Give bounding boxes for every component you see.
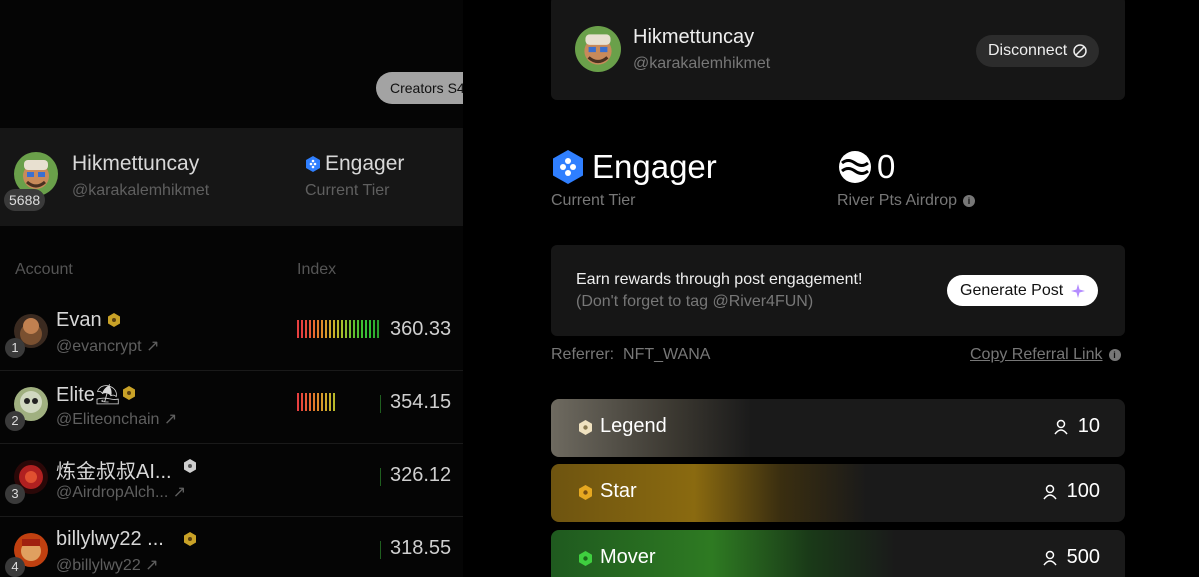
generate-post-label: Generate Post bbox=[960, 282, 1064, 299]
index-value: 326.12 bbox=[390, 464, 452, 486]
rank-badge: 3 bbox=[5, 484, 25, 504]
index-divider bbox=[380, 395, 381, 413]
legend-hex-icon bbox=[579, 420, 592, 435]
index-divider bbox=[380, 541, 381, 559]
sparkle-icon bbox=[1071, 283, 1086, 298]
tier-row-mover[interactable]: Mover 500 bbox=[551, 530, 1125, 577]
earn-message: Earn rewards through post engagement! bbox=[576, 271, 863, 288]
tier-hex-icon bbox=[184, 459, 196, 473]
external-link-icon: ↗ bbox=[172, 484, 187, 501]
current-tier-name: Engager bbox=[592, 148, 717, 185]
creators-season-tab[interactable]: Creators S4 bbox=[376, 72, 463, 104]
mover-hex-icon bbox=[579, 551, 592, 566]
leaderboard-panel: Creators S4 Hikmettuncay @karakalemhikme… bbox=[0, 0, 463, 577]
river-points-label: River Pts Airdrop i bbox=[837, 192, 976, 210]
account-handle[interactable]: @billylwy22 ↗ bbox=[56, 555, 159, 575]
tier-count-value: 500 bbox=[1066, 546, 1100, 568]
handle-text: @billylwy22 bbox=[56, 557, 141, 574]
column-account: Account bbox=[15, 261, 73, 278]
tier-name: Star bbox=[600, 480, 637, 502]
account-name: billylwy22 ... bbox=[56, 528, 164, 550]
river-points-label-text: River Pts Airdrop bbox=[837, 192, 958, 209]
user-handle: @karakalemhikmet bbox=[72, 182, 210, 199]
table-row[interactable]: 4 billylwy22 ... @billylwy22 ↗ 318.55 bbox=[0, 517, 463, 577]
generate-post-button[interactable]: Generate Post bbox=[947, 275, 1099, 306]
tier-count-value: 100 bbox=[1066, 480, 1100, 502]
index-value: 318.55 bbox=[390, 537, 452, 559]
external-link-icon: ↗ bbox=[163, 411, 178, 428]
earn-hint: (Don't forget to tag @River4FUN) bbox=[576, 293, 814, 310]
disconnect-label: Disconnect bbox=[988, 42, 1068, 59]
user-name: Hikmettuncay bbox=[72, 152, 200, 175]
account-name: Evan bbox=[56, 309, 102, 331]
current-tier-label: Current Tier bbox=[551, 192, 636, 209]
rank-badge: 2 bbox=[5, 411, 25, 431]
current-user-card: Hikmettuncay @karakalemhikmet Engager Cu… bbox=[0, 128, 463, 226]
user-icon bbox=[1043, 484, 1057, 499]
user-icon bbox=[1054, 419, 1068, 434]
rank-badge: 4 bbox=[5, 557, 25, 577]
copy-referral-label: Copy Referral Link bbox=[970, 346, 1103, 363]
external-link-icon: ↗ bbox=[145, 557, 159, 574]
external-link-icon: ↗ bbox=[146, 338, 160, 355]
table-row[interactable]: 2 Elite⛱ @Eliteonchain ↗ 354.15 bbox=[0, 371, 463, 444]
tier-hex-icon bbox=[123, 386, 135, 400]
index-bars bbox=[297, 393, 335, 413]
referrer-text: Referrer: NFT_WANA bbox=[551, 346, 711, 363]
engager-hex-icon bbox=[553, 150, 583, 184]
tier-count-value: 10 bbox=[1077, 415, 1100, 437]
table-row[interactable]: 1 Evan @evancrypt ↗ 360.33 bbox=[0, 298, 463, 371]
user-tier: Engager bbox=[325, 152, 405, 175]
copy-referral-link[interactable]: Copy Referral Link i bbox=[970, 346, 1121, 364]
tier-hex-icon bbox=[108, 313, 120, 327]
earn-rewards-card: Earn rewards through post engagement! (D… bbox=[551, 245, 1125, 336]
info-icon[interactable]: i bbox=[1108, 349, 1121, 361]
user-tier-label: Current Tier bbox=[305, 182, 390, 199]
account-name: Elite⛱ bbox=[56, 384, 121, 406]
table-row[interactable]: 3 炼金叔叔AI... @AirdropAlch... ↗ 326.12 bbox=[0, 444, 463, 517]
column-index: Index bbox=[297, 261, 337, 278]
star-hex-icon bbox=[579, 485, 592, 500]
disconnect-icon bbox=[1073, 44, 1087, 58]
handle-text: @Eliteonchain bbox=[56, 411, 160, 428]
river-points-value: 0 bbox=[877, 148, 896, 185]
account-handle[interactable]: @evancrypt ↗ bbox=[56, 336, 159, 356]
tier-name: Legend bbox=[600, 415, 667, 437]
index-bars bbox=[297, 320, 379, 340]
handle-text: @AirdropAlch... bbox=[56, 484, 169, 501]
user-icon bbox=[1043, 550, 1057, 565]
account-handle[interactable]: @Eliteonchain ↗ bbox=[56, 409, 177, 429]
disconnect-button[interactable]: Disconnect bbox=[976, 35, 1100, 67]
profile-handle: @karakalemhikmet bbox=[633, 55, 771, 72]
account-panel: Hikmettuncay @karakalemhikmet Disconnect… bbox=[463, 0, 1199, 577]
index-value: 354.15 bbox=[390, 391, 452, 413]
tier-row-legend[interactable]: Legend 10 bbox=[551, 399, 1125, 457]
tier-count: 100 bbox=[1043, 480, 1100, 503]
rank-badge: 1 bbox=[5, 338, 25, 358]
index-value: 360.33 bbox=[390, 318, 452, 340]
handle-text: @evancrypt bbox=[56, 338, 142, 355]
index-divider bbox=[380, 468, 381, 486]
avatar bbox=[575, 26, 621, 72]
tier-name: Mover bbox=[600, 546, 656, 568]
river-logo-icon bbox=[839, 151, 871, 183]
user-score-badge: 5688 bbox=[4, 189, 46, 211]
profile-card: Hikmettuncay @karakalemhikmet Disconnect bbox=[551, 0, 1125, 100]
profile-name: Hikmettuncay bbox=[633, 26, 755, 48]
account-name: 炼金叔叔AI... bbox=[56, 461, 172, 483]
tier-count: 10 bbox=[1054, 415, 1100, 438]
tier-row-star[interactable]: Star 100 bbox=[551, 464, 1125, 522]
tier-count: 500 bbox=[1043, 546, 1100, 569]
tier-hex-icon bbox=[184, 532, 196, 546]
account-handle[interactable]: @AirdropAlch... ↗ bbox=[56, 482, 186, 502]
engager-hex-icon bbox=[306, 156, 320, 172]
info-icon[interactable]: i bbox=[963, 195, 976, 207]
